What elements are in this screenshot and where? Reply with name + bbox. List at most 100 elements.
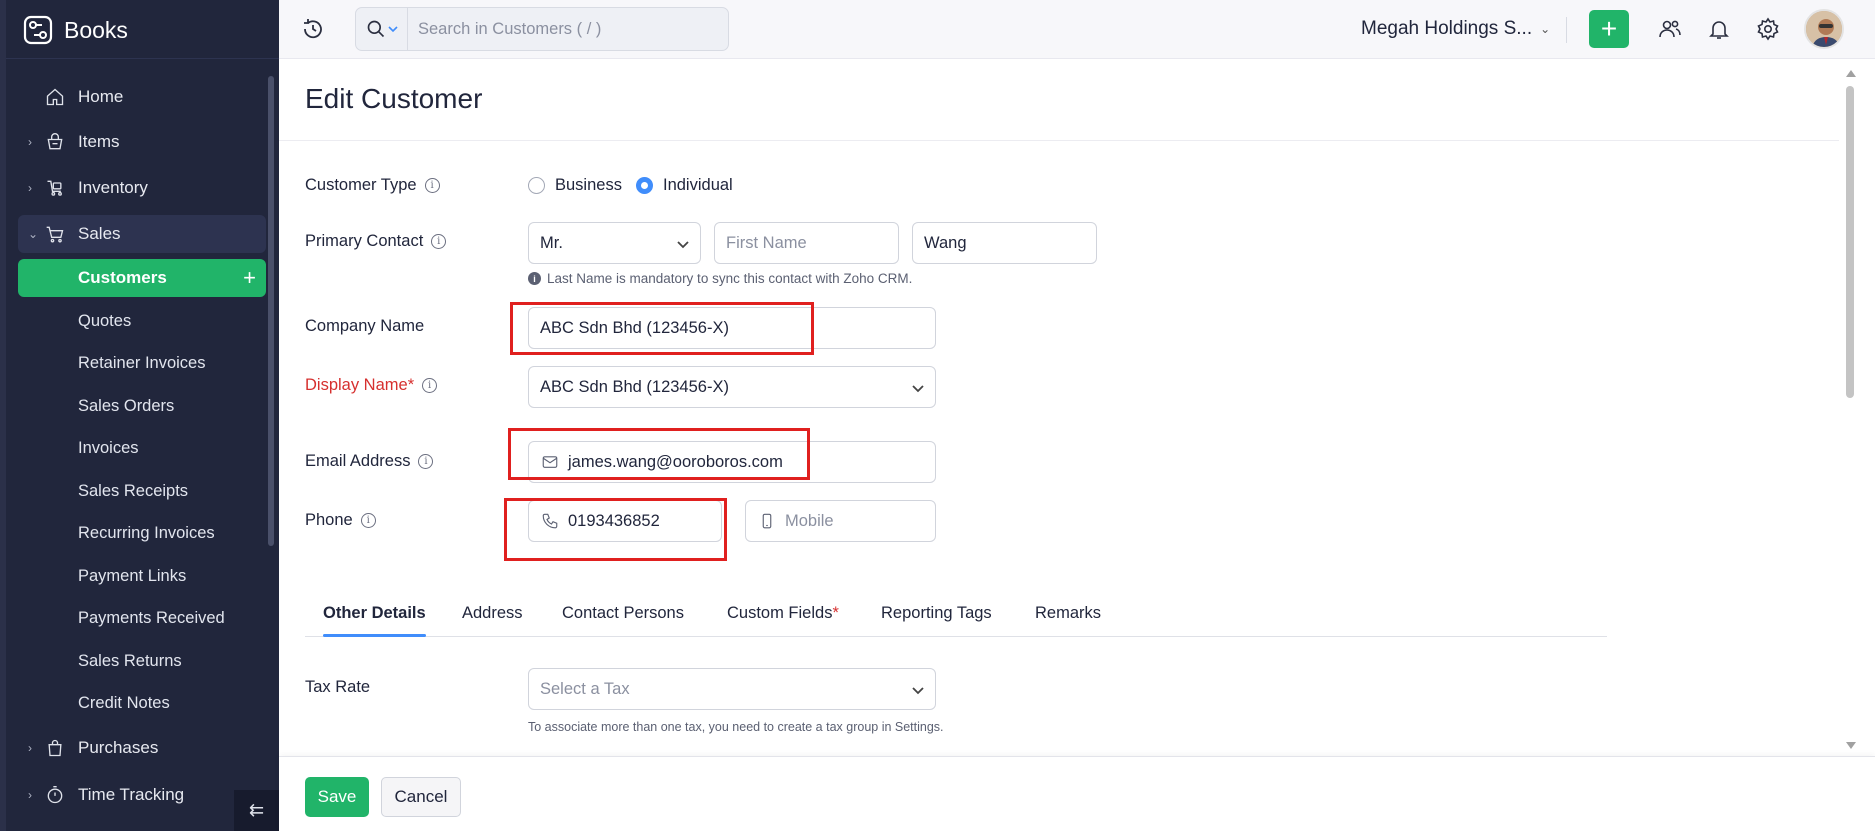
sidebar-scrollbar[interactable] — [268, 76, 274, 546]
brand[interactable]: Books — [22, 12, 128, 48]
chevron-down-icon: ⌄ — [1540, 22, 1551, 36]
sidebar-item-label: Payment Links — [78, 566, 187, 585]
last-name-value: Wang — [924, 233, 967, 252]
work-phone-input[interactable]: 0193436852 — [528, 500, 722, 542]
customer-type-individual-radio[interactable]: Individual — [636, 176, 733, 195]
chevron-down-icon — [911, 381, 925, 395]
notification-bell-icon[interactable] — [1707, 17, 1731, 41]
cancel-button[interactable]: Cancel — [381, 777, 461, 817]
customer-type-business-radio[interactable]: Business — [528, 176, 622, 195]
email-input[interactable]: james.wang@ooroboros.com — [528, 441, 936, 483]
tab-contact-persons[interactable]: Contact Persons — [562, 604, 684, 623]
radio-label: Business — [555, 176, 622, 194]
email-address-label-text: Email Address — [305, 452, 411, 470]
collapse-sidebar-icon[interactable]: ⇇ — [234, 790, 279, 831]
info-icon[interactable]: i — [431, 234, 447, 249]
sidebar-item-sales[interactable]: ⌄ Sales — [18, 215, 266, 253]
display-name-select[interactable]: ABC Sdn Bhd (123456-X) — [528, 366, 936, 408]
basket-icon — [44, 131, 66, 153]
books-logo-icon — [23, 15, 53, 45]
first-name-input[interactable]: First Name — [714, 222, 899, 264]
tax-rate-select[interactable]: Select a Tax — [528, 668, 936, 710]
info-icon[interactable]: i — [422, 378, 438, 393]
tab-reporting-tags[interactable]: Reporting Tags — [881, 604, 992, 623]
bag-icon — [44, 737, 66, 759]
radio-circle[interactable] — [528, 177, 545, 194]
search-filter-toggle[interactable] — [356, 8, 408, 50]
email-value: james.wang@ooroboros.com — [568, 452, 783, 471]
tab-custom-fields[interactable]: Custom Fields* — [727, 604, 839, 623]
tab-address[interactable]: Address — [462, 604, 523, 623]
topbar-divider — [1566, 17, 1567, 43]
info-icon[interactable]: i — [424, 178, 440, 193]
search-bar[interactable] — [355, 7, 729, 51]
user-avatar[interactable] — [1804, 9, 1844, 49]
scroll-down-arrow-icon[interactable] — [1846, 742, 1856, 749]
sidebar-item-sales-receipts[interactable]: Sales Receipts — [18, 474, 266, 508]
mobile-phone-input[interactable]: Mobile — [745, 500, 936, 542]
info-icon[interactable]: i — [418, 454, 434, 469]
sidebar-item-sales-returns[interactable]: Sales Returns — [18, 644, 266, 678]
company-name-input[interactable]: ABC Sdn Bhd (123456-X) — [528, 307, 936, 349]
sidebar-item-label: Recurring Invoices — [78, 523, 215, 542]
sidebar-item-label: Sales Receipts — [78, 481, 189, 500]
scroll-up-arrow-icon[interactable] — [1846, 70, 1856, 77]
cart-icon — [44, 223, 66, 245]
customer-type-label-text: Customer Type — [305, 176, 417, 194]
sidebar-item-label: Purchases — [78, 738, 159, 757]
sidebar-item-label: Customers — [78, 268, 167, 287]
sidebar-item-quotes[interactable]: Quotes — [18, 304, 266, 338]
add-customer-plus-icon[interactable]: + — [243, 265, 256, 291]
chevron-right-icon: › — [28, 741, 32, 755]
sidebar-item-recurring-invoices[interactable]: Recurring Invoices — [18, 516, 266, 550]
email-address-label: Email Address i — [305, 452, 434, 471]
sidebar-item-label: Items — [78, 132, 120, 151]
quick-create-button[interactable]: + — [1589, 10, 1629, 48]
crm-sync-hint-text: Last Name is mandatory to sync this cont… — [547, 271, 913, 286]
sidebar-item-payments-received[interactable]: Payments Received — [18, 601, 266, 635]
main-scrollbar-thumb[interactable] — [1846, 86, 1854, 398]
sidebar-item-payment-links[interactable]: Payment Links — [18, 559, 266, 593]
form-footer: Save Cancel — [279, 756, 1875, 831]
sidebar-item-label: Retainer Invoices — [78, 353, 206, 372]
sidebar-item-inventory[interactable]: › Inventory — [18, 169, 266, 207]
radio-circle-selected[interactable] — [636, 177, 653, 194]
sidebar-item-label: Home — [78, 87, 124, 106]
sidebar-item-items[interactable]: › Items — [18, 123, 266, 161]
organization-switcher[interactable]: Megah Holdings S... ⌄ — [1361, 18, 1550, 40]
tab-remarks[interactable]: Remarks — [1035, 604, 1101, 623]
recent-history-icon[interactable] — [301, 17, 325, 41]
save-button[interactable]: Save — [305, 777, 369, 817]
sidebar-item-retainer-invoices[interactable]: Retainer Invoices — [18, 346, 266, 380]
chevron-down-icon: ⌄ — [28, 227, 39, 241]
sidebar-item-invoices[interactable]: Invoices — [18, 431, 266, 465]
sidebar-item-purchases[interactable]: › Purchases — [18, 729, 266, 767]
chevron-right-icon: › — [28, 135, 32, 149]
users-icon[interactable] — [1658, 17, 1682, 41]
sidebar-item-credit-notes[interactable]: Credit Notes — [18, 686, 266, 720]
mobile-device-icon — [757, 511, 777, 531]
search-icon — [367, 20, 384, 38]
salutation-select[interactable]: Mr. — [528, 222, 701, 264]
top-bar: Megah Holdings S... ⌄ + — [279, 0, 1875, 59]
sidebar-item-label: Payments Received — [78, 608, 225, 627]
chevron-right-icon: › — [28, 181, 32, 195]
radio-label: Individual — [663, 176, 733, 194]
details-tabs: Other Details Address Contact Persons Cu… — [305, 602, 1607, 637]
page-title: Edit Customer — [305, 83, 483, 114]
stopwatch-icon — [44, 784, 66, 806]
sidebar-item-home[interactable]: Home — [18, 78, 266, 116]
tab-other-details[interactable]: Other Details — [323, 604, 426, 623]
info-icon[interactable]: i — [360, 513, 376, 528]
settings-gear-icon[interactable] — [1756, 17, 1780, 41]
salutation-value: Mr. — [540, 233, 563, 252]
last-name-input[interactable]: Wang — [912, 222, 1097, 264]
sidebar-item-label: Sales Returns — [78, 651, 182, 670]
sidebar-item-label: Sales — [78, 224, 121, 243]
primary-contact-label: Primary Contact i — [305, 232, 447, 251]
search-input[interactable] — [408, 19, 708, 39]
sidebar-item-time-tracking[interactable]: › Time Tracking — [18, 776, 266, 814]
sidebar-item-sales-orders[interactable]: Sales Orders — [18, 389, 266, 423]
primary-contact-label-text: Primary Contact — [305, 232, 424, 250]
sidebar-item-customers[interactable]: Customers + — [18, 259, 266, 297]
